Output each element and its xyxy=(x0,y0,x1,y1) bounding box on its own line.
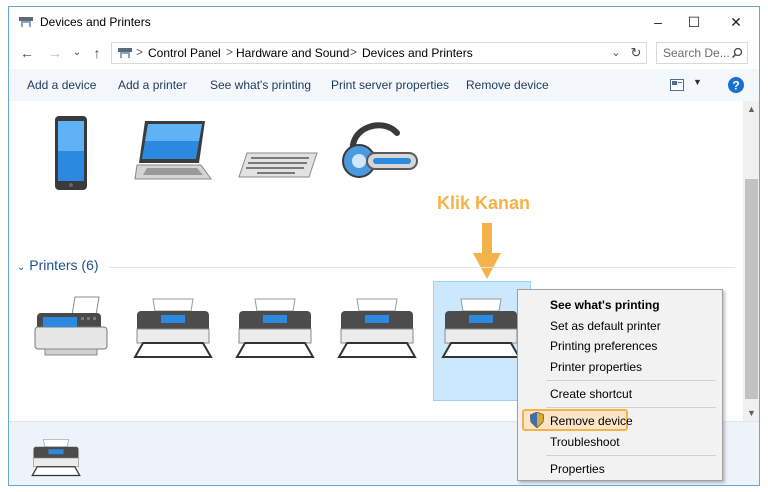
window-title: Devices and Printers xyxy=(40,15,151,29)
scroll-up-arrow-icon[interactable]: ▲ xyxy=(743,101,759,117)
phone-device-icon[interactable] xyxy=(53,115,89,191)
details-printer-icon xyxy=(31,438,81,477)
address-dropdown-chevron-icon[interactable]: ⌄ xyxy=(606,43,626,63)
printer-icon[interactable] xyxy=(235,297,315,361)
up-arrow-icon[interactable]: ↑ xyxy=(87,43,107,63)
fax-printer-icon[interactable] xyxy=(31,295,111,359)
menu-item-printing-preferences[interactable]: Printing preferences xyxy=(550,339,657,353)
command-bar: Add a device Add a printer See what's pr… xyxy=(9,69,759,102)
menu-item-troubleshoot[interactable]: Troubleshoot xyxy=(550,435,620,449)
laptop-device-icon[interactable] xyxy=(133,119,213,185)
remove-device-button[interactable]: Remove device xyxy=(466,78,549,92)
printers-group-header[interactable]: ⌄ Printers (6) xyxy=(17,257,99,273)
admin-shield-icon xyxy=(530,412,544,428)
devices-and-printers-window: Devices and Printers – ☐ ✕ ← → ⌄ ↑ > Con… xyxy=(8,6,760,486)
menu-item-create-shortcut[interactable]: Create shortcut xyxy=(550,387,632,401)
address-row: ← → ⌄ ↑ > Control Panel > Hardware and S… xyxy=(9,39,759,67)
menu-item-see-whats-printing[interactable]: See what's printing xyxy=(550,298,660,312)
keyboard-device-icon[interactable] xyxy=(237,151,319,179)
vertical-scrollbar[interactable]: ▲ ▼ xyxy=(743,101,759,421)
menu-item-set-default-printer[interactable]: Set as default printer xyxy=(550,319,661,333)
menu-item-properties[interactable]: Properties xyxy=(550,462,605,476)
back-arrow-icon[interactable]: ← xyxy=(17,43,37,63)
print-server-properties-button[interactable]: Print server properties xyxy=(331,78,449,92)
menu-separator xyxy=(546,380,716,381)
scrollbar-thumb[interactable] xyxy=(745,179,758,399)
recent-locations-chevron-icon[interactable]: ⌄ xyxy=(67,43,87,63)
headset-device-icon[interactable] xyxy=(339,117,423,189)
breadcrumb-separator: > xyxy=(226,45,234,59)
svg-text:?: ? xyxy=(732,79,739,93)
printer-icon[interactable] xyxy=(133,297,213,361)
refresh-icon[interactable]: ↻ xyxy=(626,43,646,63)
forward-arrow-icon[interactable]: → xyxy=(45,43,65,63)
menu-separator xyxy=(546,455,716,456)
change-view-icon[interactable] xyxy=(670,79,684,91)
breadcrumb-hardware-and-sound[interactable]: Hardware and Sound xyxy=(236,46,349,60)
search-box[interactable]: Search De... xyxy=(656,42,748,64)
breadcrumb-separator: > xyxy=(350,45,358,59)
breadcrumb-separator: > xyxy=(136,45,144,59)
minimize-button[interactable]: – xyxy=(643,11,673,33)
view-options-dropdown-icon[interactable]: ▼ xyxy=(693,77,702,87)
group-expand-chevron-icon[interactable]: ⌄ xyxy=(17,262,25,273)
close-button[interactable]: ✕ xyxy=(721,11,751,33)
breadcrumb-devices-and-printers[interactable]: Devices and Printers xyxy=(362,46,473,60)
help-icon[interactable]: ? xyxy=(728,77,744,93)
search-icon xyxy=(731,47,743,59)
title-bar: Devices and Printers – ☐ ✕ xyxy=(9,7,759,37)
context-menu: See what's printing Set as default print… xyxy=(517,289,723,481)
maximize-button[interactable]: ☐ xyxy=(679,11,709,33)
menu-item-printer-properties[interactable]: Printer properties xyxy=(550,360,642,374)
add-printer-button[interactable]: Add a printer xyxy=(118,78,187,92)
printers-group-label: Printers (6) xyxy=(29,257,99,273)
address-bar[interactable]: > Control Panel > Hardware and Sound > D… xyxy=(111,42,647,64)
menu-item-remove-device[interactable]: Remove device xyxy=(550,414,633,428)
control-panel-location-icon xyxy=(118,48,132,58)
group-divider xyxy=(109,267,735,268)
breadcrumb-control-panel[interactable]: Control Panel xyxy=(148,46,221,60)
menu-separator xyxy=(546,407,716,408)
devices-printers-app-icon xyxy=(19,17,33,27)
annotation-down-arrow-icon xyxy=(473,223,501,279)
see-whats-printing-button[interactable]: See what's printing xyxy=(210,78,311,92)
add-device-button[interactable]: Add a device xyxy=(27,78,96,92)
klik-kanan-annotation: Klik Kanan xyxy=(437,193,531,213)
search-input-placeholder: Search De... xyxy=(663,46,730,60)
printer-icon[interactable] xyxy=(337,297,417,361)
scroll-down-arrow-icon[interactable]: ▼ xyxy=(743,405,759,421)
selected-printer-icon[interactable] xyxy=(441,297,521,361)
